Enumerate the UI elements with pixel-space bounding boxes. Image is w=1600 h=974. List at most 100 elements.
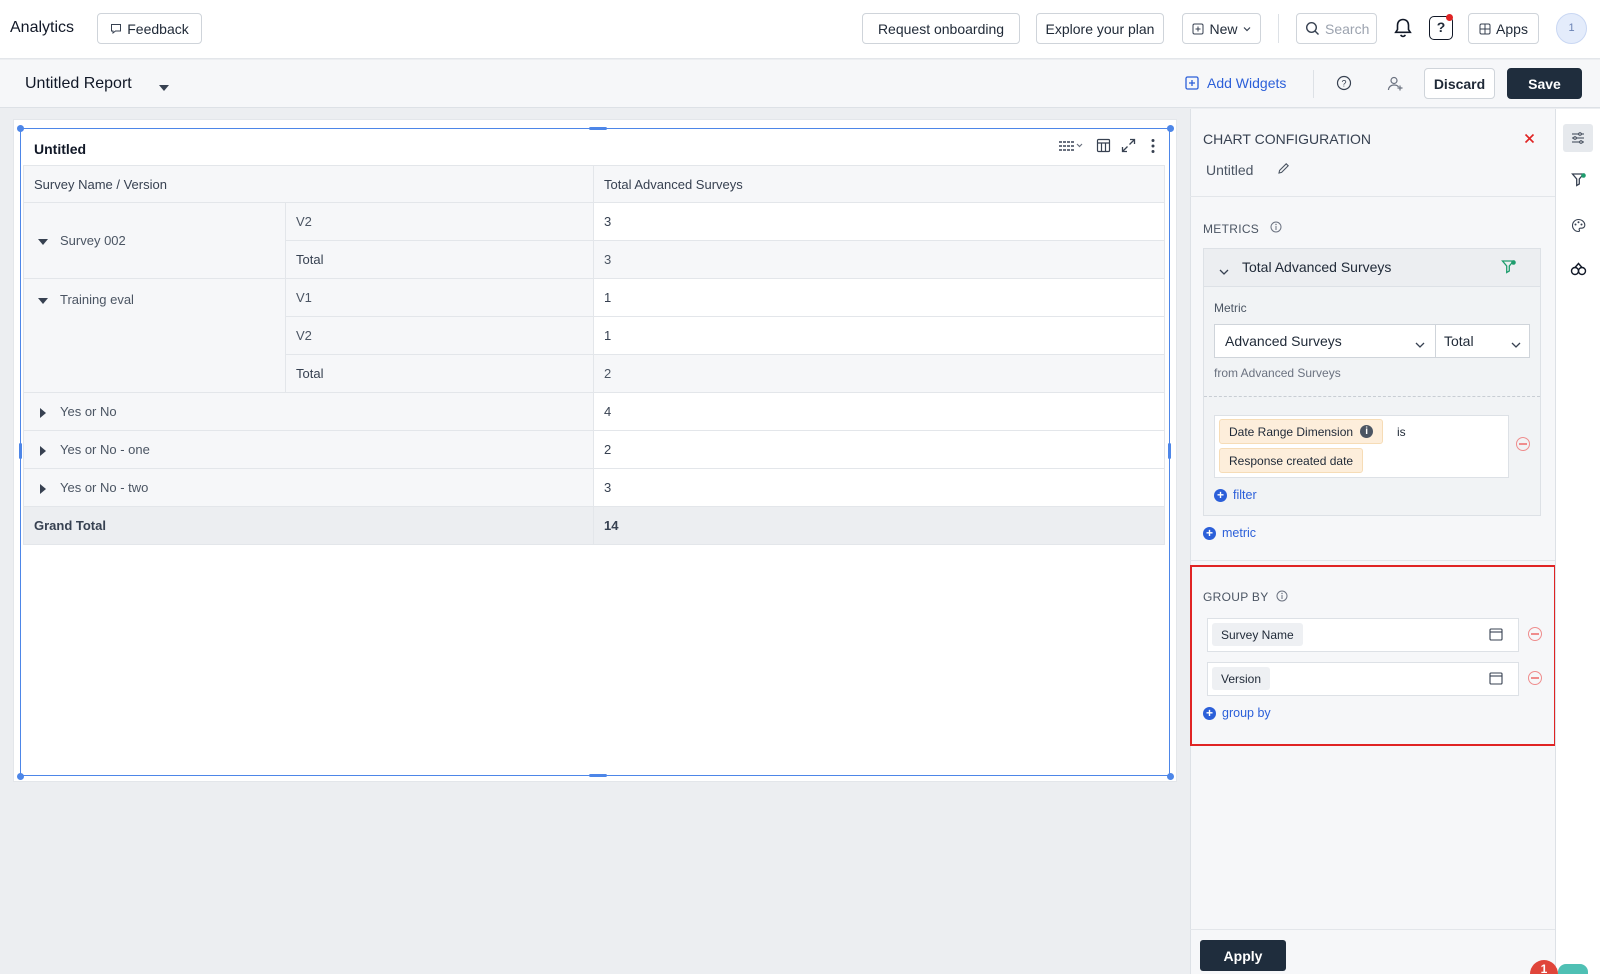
filter-dimension-label: Date Range Dimension xyxy=(1229,424,1354,439)
more-options-icon[interactable] xyxy=(1150,138,1156,157)
collapse-caret-icon[interactable] xyxy=(38,297,48,304)
group-by-chip[interactable]: Survey Name xyxy=(1212,623,1303,646)
add-circle-icon: + xyxy=(1203,706,1216,720)
toolbar-divider xyxy=(1313,70,1314,98)
column-header-metric[interactable]: Total Advanced Surveys xyxy=(593,165,1165,203)
apply-button[interactable]: Apply xyxy=(1200,940,1286,971)
filter-dimension-chip[interactable]: Date Range Dimension i xyxy=(1219,419,1384,444)
calendar-icon[interactable] xyxy=(1489,671,1503,688)
value-cell: 4 xyxy=(593,392,1165,431)
chevron-down-icon xyxy=(1415,337,1425,352)
edit-pencil-icon[interactable] xyxy=(1277,162,1290,178)
help-circle-icon[interactable]: ? xyxy=(1336,75,1352,94)
value-cell: 3 xyxy=(593,202,1165,241)
expand-caret-icon[interactable] xyxy=(40,483,46,494)
collapsed-group-cell[interactable]: Yes or No - two xyxy=(23,468,594,507)
metric-label: Metric xyxy=(1214,301,1247,315)
explore-plan-label: Explore your plan xyxy=(1045,20,1155,37)
add-filter-link[interactable]: + filter xyxy=(1214,488,1257,502)
notifications-bell-icon[interactable] xyxy=(1393,17,1413,39)
resize-handle-left[interactable] xyxy=(19,443,22,459)
remove-filter-icon[interactable] xyxy=(1516,437,1530,451)
widget-title[interactable]: Untitled xyxy=(34,141,86,157)
resize-handle-top-left[interactable] xyxy=(17,125,24,132)
columns-icon[interactable] xyxy=(1096,138,1111,156)
close-icon[interactable] xyxy=(1524,132,1535,147)
group-name: Training eval xyxy=(60,292,134,307)
apps-grid-icon xyxy=(1479,23,1491,35)
column-header-dimension[interactable]: Survey Name / Version xyxy=(23,165,594,203)
table-row: Yes or No 4 xyxy=(23,392,1165,431)
remove-group-by-icon[interactable] xyxy=(1528,671,1542,685)
save-button[interactable]: Save xyxy=(1507,68,1582,99)
resize-handle-top[interactable] xyxy=(589,127,607,130)
resize-handle-bottom-right[interactable] xyxy=(1167,773,1174,780)
remove-group-by-icon[interactable] xyxy=(1528,627,1542,641)
group-by-label: Version xyxy=(1221,671,1262,686)
feedback-label: Feedback xyxy=(127,20,189,37)
pivot-table: Survey Name / Version Total Advanced Sur… xyxy=(23,165,1165,545)
table-row: Survey 002 V2 3 xyxy=(23,202,1165,279)
request-onboarding-button[interactable]: Request onboarding xyxy=(862,13,1020,44)
chat-widget-button[interactable] xyxy=(1558,964,1588,974)
group-cell-survey-002[interactable]: Survey 002 xyxy=(23,202,286,279)
add-widgets-label: Add Widgets xyxy=(1207,75,1287,91)
advanced-link-icon[interactable] xyxy=(1570,262,1587,280)
aggregation-select[interactable]: Total xyxy=(1435,324,1530,358)
report-menu-caret-icon[interactable] xyxy=(158,80,170,95)
expand-caret-icon[interactable] xyxy=(40,407,46,418)
divider xyxy=(1190,196,1555,197)
add-widget-icon xyxy=(1185,76,1199,90)
help-question-icon: ? xyxy=(1436,19,1446,35)
chart-name[interactable]: Untitled xyxy=(1206,162,1253,178)
calendar-icon[interactable] xyxy=(1489,627,1503,644)
new-button[interactable]: New xyxy=(1182,13,1261,44)
config-icon-rail xyxy=(1555,109,1600,974)
add-metric-link[interactable]: + metric xyxy=(1203,526,1256,540)
search-input[interactable]: Search xyxy=(1296,13,1377,44)
divider xyxy=(1190,560,1555,561)
apply-label: Apply xyxy=(1223,947,1263,964)
filter-operator: is xyxy=(1397,425,1406,439)
share-user-icon[interactable] xyxy=(1387,75,1404,95)
group-by-chip[interactable]: Version xyxy=(1212,667,1271,690)
metric-select[interactable]: Advanced Surveys xyxy=(1214,324,1436,358)
collapsed-group-cell[interactable]: Yes or No xyxy=(23,392,594,431)
discard-button[interactable]: Discard xyxy=(1424,68,1495,99)
explore-plan-button[interactable]: Explore your plan xyxy=(1036,13,1164,44)
collapse-caret-icon[interactable] xyxy=(38,238,48,245)
palette-icon[interactable] xyxy=(1571,218,1586,236)
subtotal-label-cell: Total xyxy=(285,354,594,393)
group-name: Yes or No - one xyxy=(60,442,150,457)
panel-footer-divider xyxy=(1190,929,1555,930)
table-view-icon[interactable] xyxy=(1058,139,1084,156)
aggregation-select-value: Total xyxy=(1444,333,1474,349)
add-group-by-link[interactable]: + group by xyxy=(1203,706,1271,720)
apps-button[interactable]: Apps xyxy=(1468,13,1539,44)
expand-caret-icon[interactable] xyxy=(40,445,46,456)
chevron-down-icon[interactable] xyxy=(1219,264,1229,279)
value-cell: 3 xyxy=(593,468,1165,507)
report-title[interactable]: Untitled Report xyxy=(25,75,132,93)
collapsed-group-cell[interactable]: Yes or No - one xyxy=(23,430,594,469)
resize-handle-top-right[interactable] xyxy=(1167,125,1174,132)
group-cell-training-eval[interactable]: Training eval xyxy=(23,278,286,393)
apps-label: Apps xyxy=(1496,20,1528,37)
info-icon[interactable] xyxy=(1270,221,1282,236)
settings-sliders-icon[interactable] xyxy=(1563,124,1593,152)
table-row: Yes or No - two 3 xyxy=(23,468,1165,507)
group-name: Yes or No - two xyxy=(60,480,149,495)
filter-icon[interactable] xyxy=(1571,172,1587,191)
resize-handle-right[interactable] xyxy=(1168,443,1171,459)
feedback-button[interactable]: Feedback xyxy=(97,13,202,44)
resize-handle-bottom[interactable] xyxy=(589,774,607,777)
add-circle-icon: + xyxy=(1203,526,1216,540)
filter-value-chip[interactable]: Response created date xyxy=(1219,448,1364,473)
filter-icon[interactable] xyxy=(1501,259,1517,278)
save-label: Save xyxy=(1528,75,1561,92)
add-widgets-button[interactable]: Add Widgets xyxy=(1185,75,1286,91)
info-icon[interactable] xyxy=(1276,590,1288,605)
avatar[interactable]: 1 xyxy=(1556,13,1587,44)
resize-handle-bottom-left[interactable] xyxy=(17,773,24,780)
expand-icon[interactable] xyxy=(1121,138,1136,156)
